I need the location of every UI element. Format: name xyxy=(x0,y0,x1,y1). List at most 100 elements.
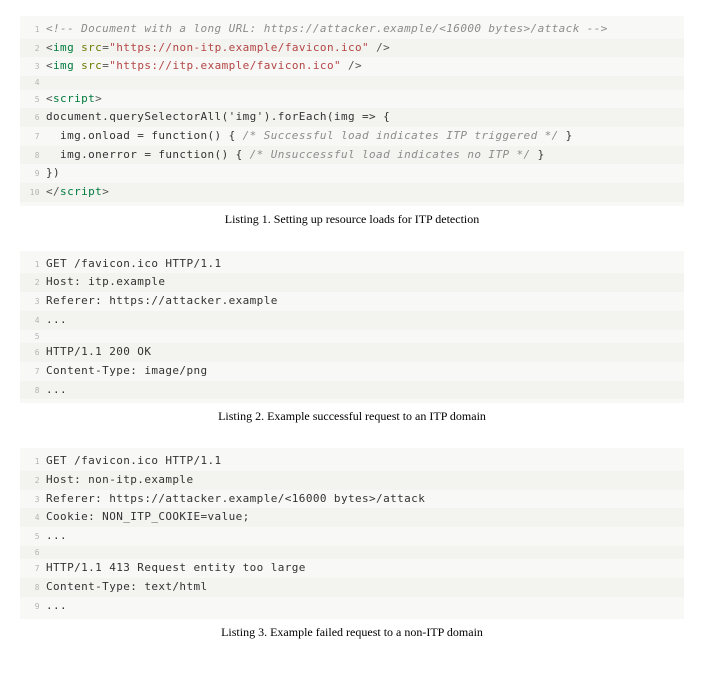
code-listing: 1<!-- Document with a long URL: https://… xyxy=(20,16,684,206)
code-content: </script> xyxy=(46,183,684,202)
code-content: Content-Type: text/html xyxy=(46,578,684,597)
line-number: 1 xyxy=(20,258,46,272)
code-line: 5<script> xyxy=(20,90,684,109)
code-content: Host: itp.example xyxy=(46,273,684,292)
code-line: 4 xyxy=(20,76,684,90)
code-content: GET /favicon.ico HTTP/1.1 xyxy=(46,452,684,471)
token-ident: Host: itp.example xyxy=(46,275,165,288)
code-content: img.onerror = function() { /* Unsuccessf… xyxy=(46,146,684,165)
token-comment: /* Successful load indicates ITP trigger… xyxy=(243,129,559,142)
line-number: 7 xyxy=(20,562,46,576)
listing-caption: Listing 1. Setting up resource loads for… xyxy=(20,212,684,227)
token-punct: > xyxy=(95,92,102,105)
code-line: 2Host: itp.example xyxy=(20,273,684,292)
token-ident: Referer: https://attacker.example/<16000… xyxy=(46,492,425,505)
code-line: 10</script> xyxy=(20,183,684,202)
code-content: Content-Type: image/png xyxy=(46,362,684,381)
line-number: 1 xyxy=(20,23,46,37)
code-content: HTTP/1.1 413 Request entity too large xyxy=(46,559,684,578)
token-ident: HTTP/1.1 413 Request entity too large xyxy=(46,561,306,574)
line-number: 5 xyxy=(20,530,46,544)
code-line: 3Referer: https://attacker.example xyxy=(20,292,684,311)
code-line: 8Content-Type: text/html xyxy=(20,578,684,597)
line-number: 7 xyxy=(20,130,46,144)
code-line: 4Cookie: NON_ITP_COOKIE=value; xyxy=(20,508,684,527)
token-ident: img.onerror = function() { xyxy=(46,148,250,161)
token-ident: } xyxy=(531,148,545,161)
token-ident: } xyxy=(559,129,573,142)
token-tag: img xyxy=(53,59,74,72)
code-line: 5... xyxy=(20,527,684,546)
token-punct: < xyxy=(46,92,53,105)
code-content: Host: non-itp.example xyxy=(46,471,684,490)
line-number: 7 xyxy=(20,365,46,379)
token-comment: <!-- Document with a long URL: https://a… xyxy=(46,22,608,35)
token-ident: HTTP/1.1 200 OK xyxy=(46,345,151,358)
line-number: 10 xyxy=(20,186,46,200)
line-number: 6 xyxy=(20,546,46,560)
token-attr: src xyxy=(81,41,102,54)
token-attr: src xyxy=(81,59,102,72)
line-number: 1 xyxy=(20,455,46,469)
code-line: 8 img.onerror = function() { /* Unsucces… xyxy=(20,146,684,165)
code-line: 1GET /favicon.ico HTTP/1.1 xyxy=(20,255,684,274)
listing-caption: Listing 2. Example successful request to… xyxy=(20,409,684,424)
code-line: 7Content-Type: image/png xyxy=(20,362,684,381)
token-ident: ... xyxy=(46,599,67,612)
line-number: 4 xyxy=(20,76,46,90)
code-content: ... xyxy=(46,527,684,546)
listing-caption: Listing 3. Example failed request to a n… xyxy=(20,625,684,640)
token-string: "https://non-itp.example/favicon.ico" xyxy=(109,41,369,54)
code-line: 2<img src="https://non-itp.example/favic… xyxy=(20,39,684,58)
token-ident: GET /favicon.ico HTTP/1.1 xyxy=(46,257,222,270)
token-ident: ... xyxy=(46,383,67,396)
token-ident: ... xyxy=(46,529,67,542)
code-content: <img src="https://itp.example/favicon.ic… xyxy=(46,57,684,76)
line-number: 2 xyxy=(20,276,46,290)
line-number: 9 xyxy=(20,600,46,614)
code-line: 1GET /favicon.ico HTTP/1.1 xyxy=(20,452,684,471)
code-line: 1<!-- Document with a long URL: https://… xyxy=(20,20,684,39)
token-ident xyxy=(341,59,348,72)
token-punct: > xyxy=(102,185,109,198)
token-ident: img.onload = function() { xyxy=(46,129,243,142)
page-root: 1<!-- Document with a long URL: https://… xyxy=(20,16,684,640)
token-tag: script xyxy=(53,92,95,105)
line-number: 9 xyxy=(20,167,46,181)
code-line: 7HTTP/1.1 413 Request entity too large xyxy=(20,559,684,578)
line-number: 8 xyxy=(20,149,46,163)
token-ident: document.querySelectorAll('img').forEach… xyxy=(46,110,390,123)
code-line: 5 xyxy=(20,330,684,344)
token-punct: /> xyxy=(376,41,390,54)
token-ident: Content-Type: image/png xyxy=(46,364,208,377)
code-content: <script> xyxy=(46,90,684,109)
code-content: }) xyxy=(46,164,684,183)
code-content: <img src="https://non-itp.example/favico… xyxy=(46,39,684,58)
code-content: <!-- Document with a long URL: https://a… xyxy=(46,20,684,39)
code-line: 9}) xyxy=(20,164,684,183)
code-line: 4... xyxy=(20,311,684,330)
code-line: 2Host: non-itp.example xyxy=(20,471,684,490)
code-listing: 1GET /favicon.ico HTTP/1.12Host: non-itp… xyxy=(20,448,684,619)
code-content: document.querySelectorAll('img').forEach… xyxy=(46,108,684,127)
line-number: 8 xyxy=(20,581,46,595)
code-line: 9... xyxy=(20,597,684,616)
code-line: 3<img src="https://itp.example/favicon.i… xyxy=(20,57,684,76)
token-ident: Content-Type: text/html xyxy=(46,580,208,593)
token-comment: /* Unsuccessful load indicates no ITP */ xyxy=(250,148,531,161)
token-punct: </ xyxy=(46,185,60,198)
token-ident: ... xyxy=(46,313,67,326)
code-content: GET /favicon.ico HTTP/1.1 xyxy=(46,255,684,274)
line-number: 5 xyxy=(20,93,46,107)
line-number: 2 xyxy=(20,474,46,488)
token-ident: Host: non-itp.example xyxy=(46,473,193,486)
line-number: 5 xyxy=(20,330,46,344)
code-line: 6HTTP/1.1 200 OK xyxy=(20,343,684,362)
code-line: 6 xyxy=(20,546,684,560)
line-number: 3 xyxy=(20,60,46,74)
code-line: 3Referer: https://attacker.example/<1600… xyxy=(20,490,684,509)
token-ident: GET /favicon.ico HTTP/1.1 xyxy=(46,454,222,467)
code-listing: 1GET /favicon.ico HTTP/1.12Host: itp.exa… xyxy=(20,251,684,403)
token-punct: /> xyxy=(348,59,362,72)
token-punct: < xyxy=(46,59,53,72)
